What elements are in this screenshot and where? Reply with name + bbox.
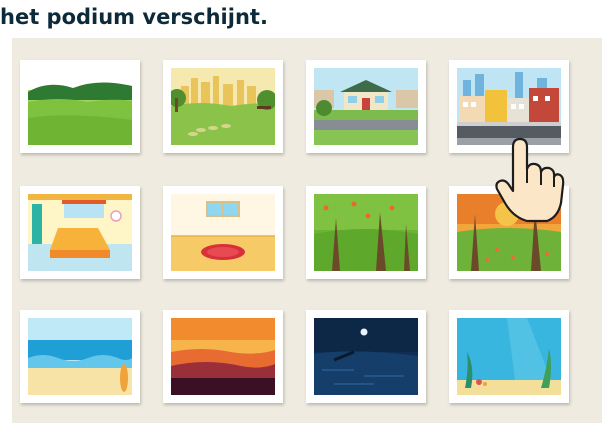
beach-backdrop-icon (28, 318, 132, 395)
backdrop-card-meadow[interactable] (20, 60, 140, 153)
suburb-house-backdrop-icon (314, 68, 418, 145)
room-rug-backdrop-icon (171, 194, 275, 271)
backdrop-library (12, 38, 602, 423)
city-park-backdrop-icon (171, 68, 275, 145)
backdrop-card-city-park[interactable] (163, 60, 283, 153)
backdrop-card-green-forest[interactable] (306, 186, 426, 279)
backdrop-card-underwater[interactable] (449, 310, 569, 403)
backdrop-card-suburb-house[interactable] (306, 60, 426, 153)
backdrop-card-sunset-sea[interactable] (163, 310, 283, 403)
underwater-backdrop-icon (457, 318, 561, 395)
instruction-caption: het podium verschijnt. (0, 5, 268, 29)
backdrop-card-beach[interactable] (20, 310, 140, 403)
meadow-backdrop-icon (28, 68, 132, 145)
night-sea-backdrop-icon (314, 318, 418, 395)
sunset-sea-backdrop-icon (171, 318, 275, 395)
bedroom-backdrop-icon (28, 194, 132, 271)
hand-pointer-icon (495, 137, 565, 223)
backdrop-card-night-sea[interactable] (306, 310, 426, 403)
green-forest-backdrop-icon (314, 194, 418, 271)
backdrop-card-bedroom[interactable] (20, 186, 140, 279)
backdrop-card-room-rug[interactable] (163, 186, 283, 279)
